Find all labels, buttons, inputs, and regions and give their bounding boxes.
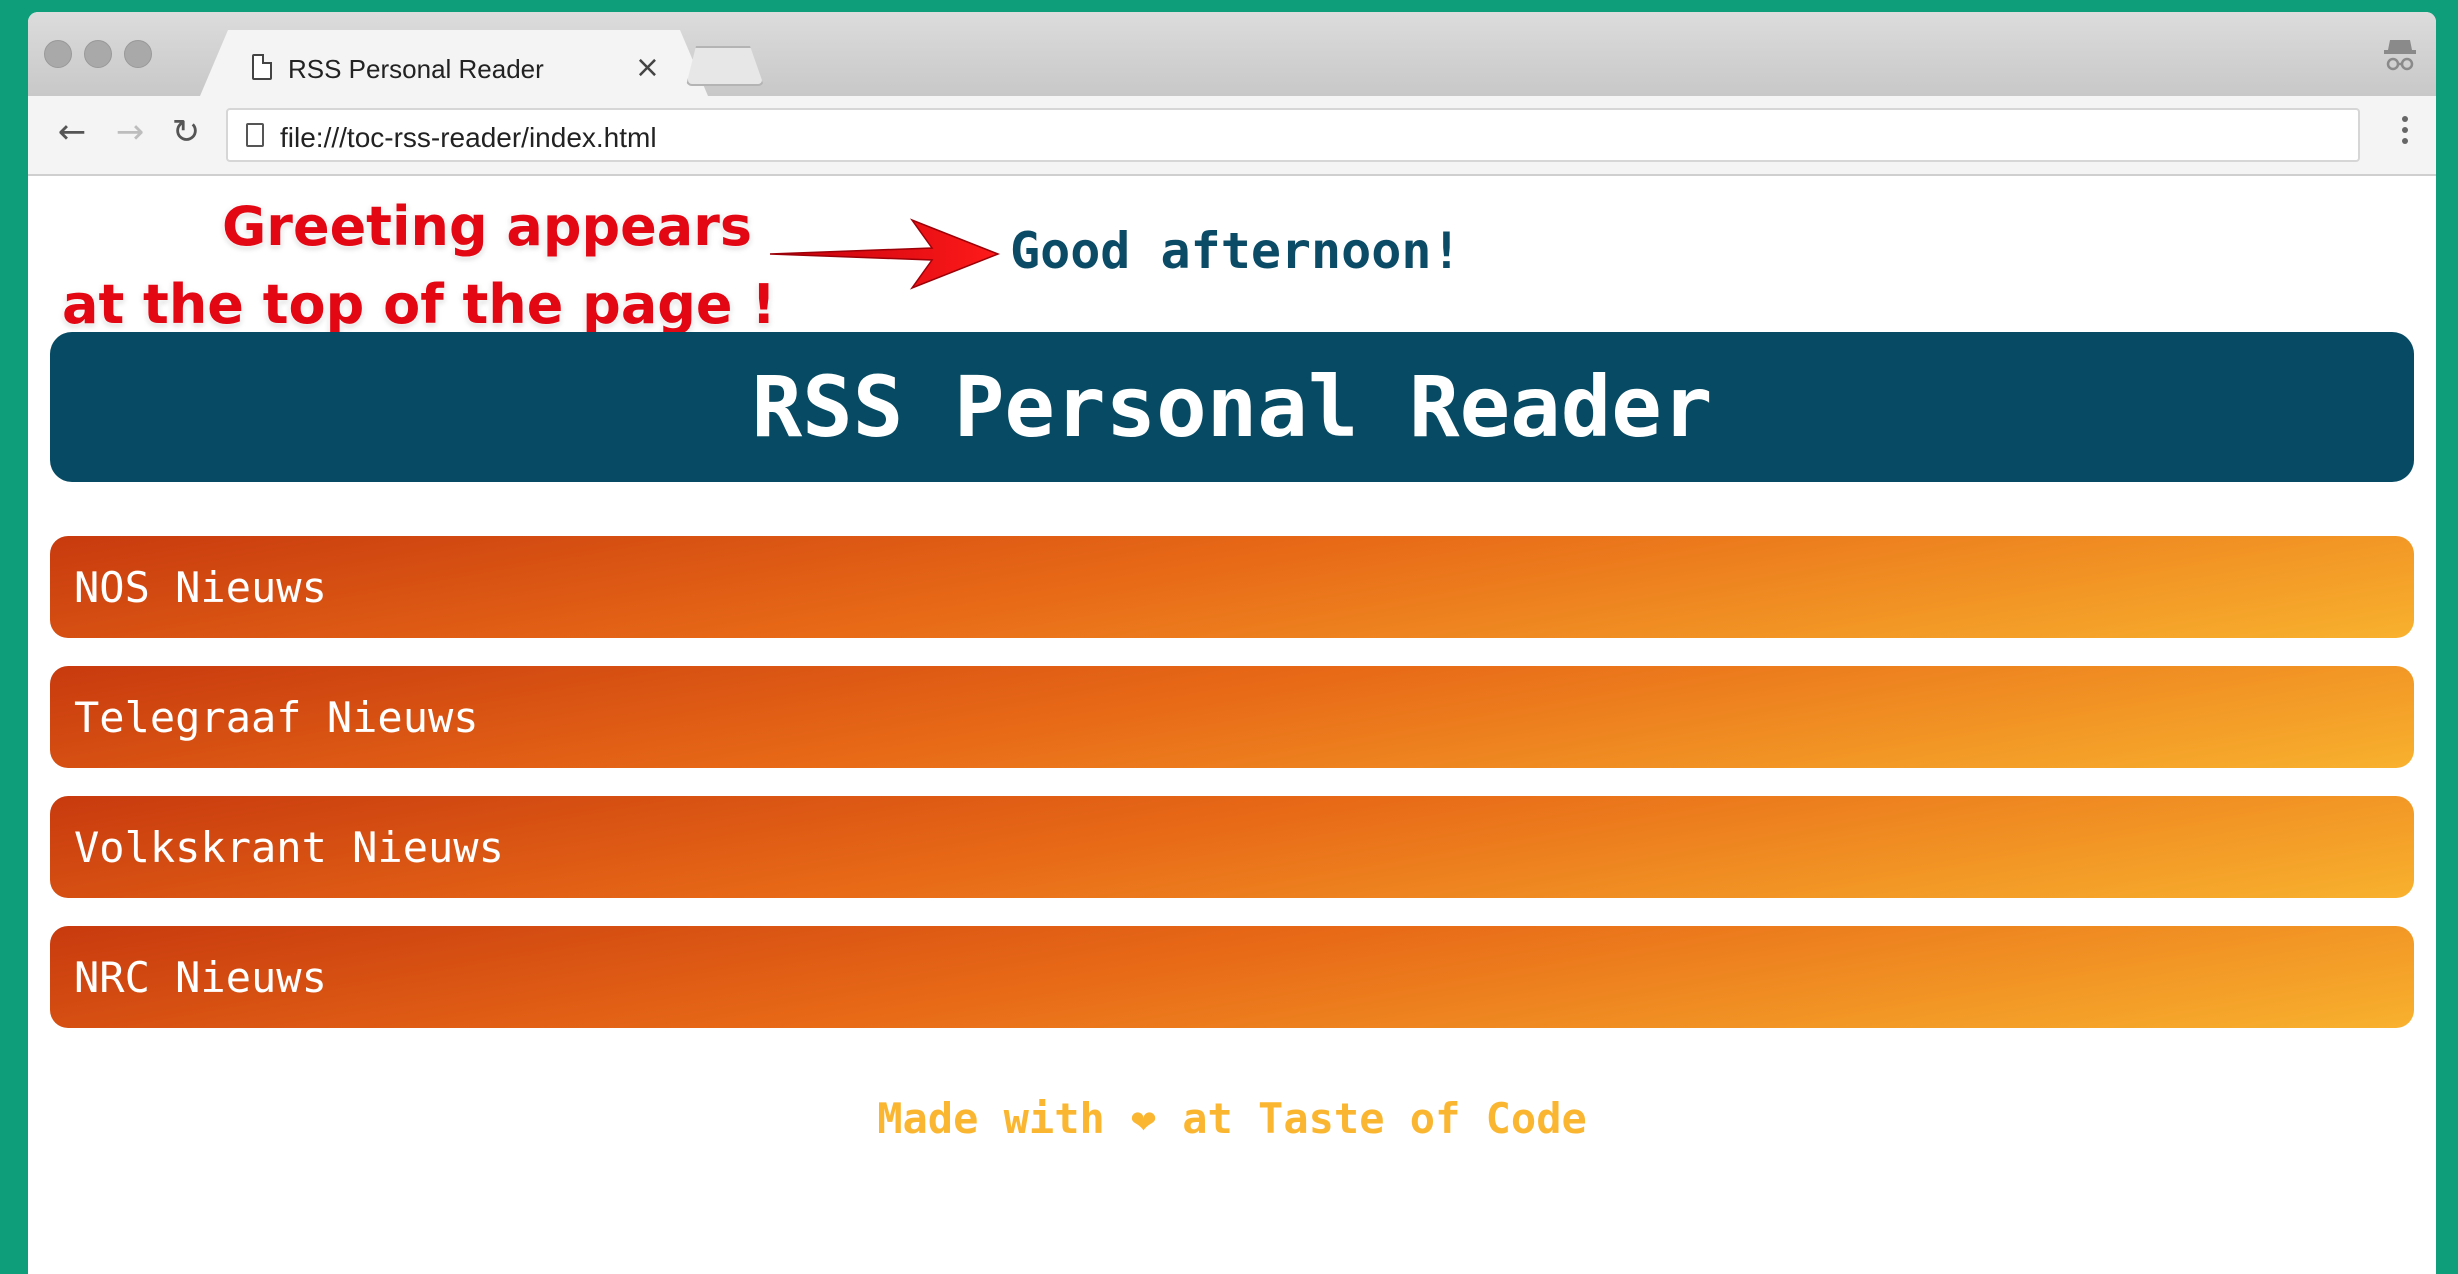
incognito-icon[interactable] [2382, 34, 2418, 74]
feed-item-label: NOS Nieuws [74, 562, 327, 612]
new-tab-button[interactable] [686, 46, 764, 86]
page-icon [252, 54, 272, 80]
reload-icon[interactable]: ↻ [164, 110, 208, 154]
close-icon[interactable]: × [635, 50, 660, 85]
feed-item-label: Volkskrant Nieuws [74, 822, 504, 872]
greeting-text: Good afternoon! [1010, 222, 1462, 280]
feed-item-volkskrant[interactable]: Volkskrant Nieuws [50, 796, 2414, 898]
page-title: RSS Personal Reader [751, 358, 1713, 456]
annotation-callout: Greeting appears at the top of the page … [62, 188, 776, 344]
page-header: RSS Personal Reader [50, 332, 2414, 482]
tab-title: RSS Personal Reader [288, 54, 544, 84]
footer-suffix: at Taste of Code [1182, 1094, 1587, 1143]
feed-item-telegraaf[interactable]: Telegraaf Nieuws [50, 666, 2414, 768]
feed-item-nos[interactable]: NOS Nieuws [50, 536, 2414, 638]
window-zoom-dot[interactable] [124, 40, 152, 68]
menu-dots-icon[interactable] [2402, 116, 2410, 152]
footer-prefix: Made with [877, 1094, 1105, 1143]
address-bar[interactable]: file:///toc-rss-reader/index.html [226, 108, 2360, 162]
feed-item-label: NRC Nieuws [74, 952, 327, 1002]
page-icon [246, 123, 264, 147]
browser-window: RSS Personal Reader × ← → ↻ file:///toc-… [28, 12, 2436, 1274]
back-arrow-icon[interactable]: ← [50, 110, 94, 154]
browser-tab[interactable]: RSS Personal Reader × [200, 30, 708, 96]
feed-list: NOS Nieuws Telegraaf Nieuws Volkskrant N… [50, 536, 2414, 1056]
browser-toolbar: ← → ↻ file:///toc-rss-reader/index.html [28, 96, 2436, 176]
arrow-annotation-icon [769, 218, 1001, 290]
heart-icon: ❤ [1130, 1103, 1157, 1141]
page-footer: Made with ❤ at Taste of Code [28, 1094, 2436, 1143]
window-minimize-dot[interactable] [84, 40, 112, 68]
forward-arrow-icon[interactable]: → [108, 110, 152, 154]
window-close-dot[interactable] [44, 40, 72, 68]
annotation-line-1: Greeting appears [221, 195, 752, 258]
feed-item-nrc[interactable]: NRC Nieuws [50, 926, 2414, 1028]
address-url[interactable]: file:///toc-rss-reader/index.html [280, 122, 657, 154]
page-content: Greeting appears at the top of the page … [28, 176, 2436, 1274]
tab-strip: RSS Personal Reader × [28, 12, 2436, 96]
feed-item-label: Telegraaf Nieuws [74, 692, 479, 742]
